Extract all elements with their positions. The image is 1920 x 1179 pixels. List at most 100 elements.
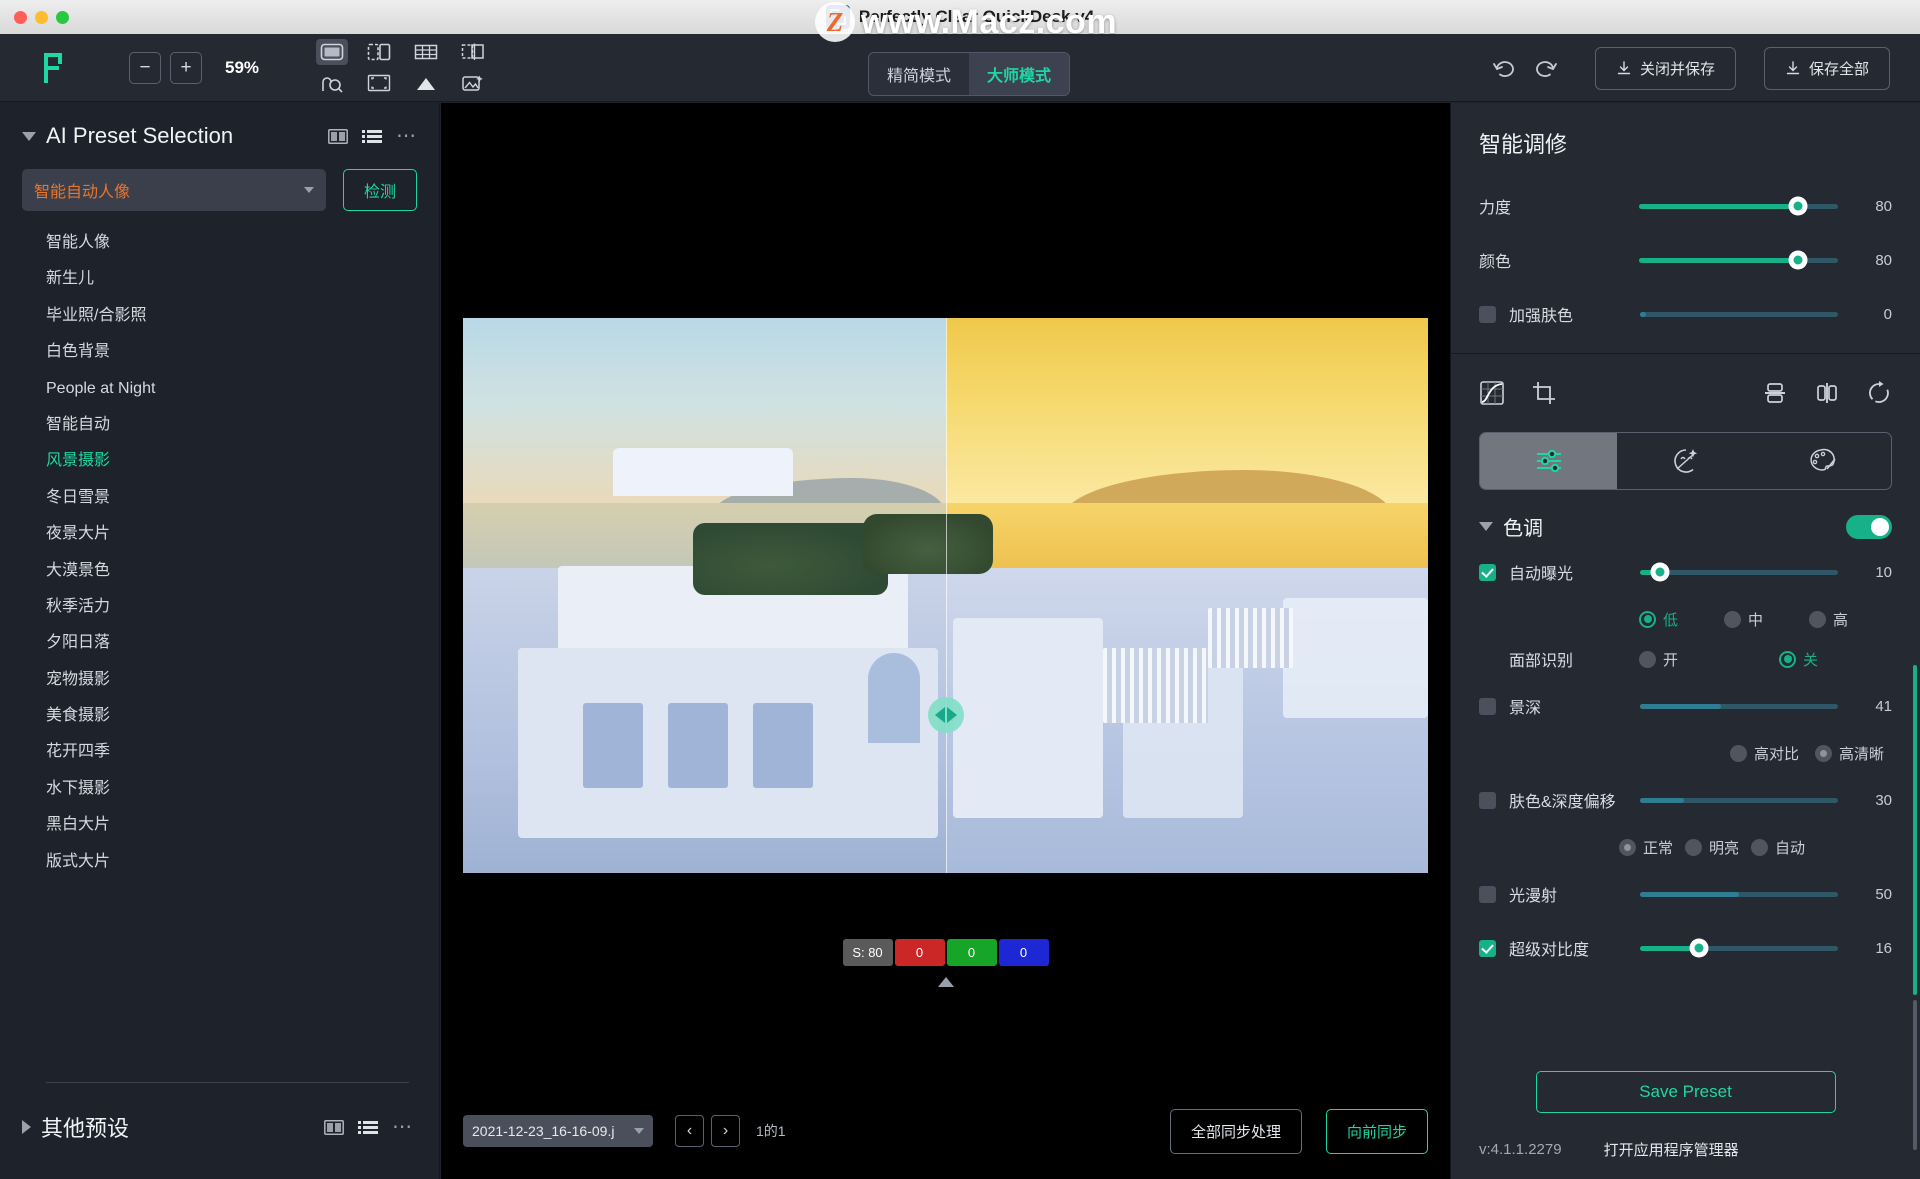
- collapse-triangle-icon[interactable]: [1479, 522, 1493, 531]
- radio-row-skin-mode: 正常 明亮 自动: [1451, 827, 1920, 867]
- preset-item[interactable]: People at Night: [0, 371, 439, 407]
- slider-track[interactable]: [1640, 797, 1838, 803]
- radio-face-on[interactable]: 开: [1639, 649, 1714, 670]
- slider-knob[interactable]: [1689, 938, 1709, 958]
- radio-exposure-medium[interactable]: 中: [1724, 609, 1799, 630]
- preset-item[interactable]: 花开四季: [0, 734, 439, 770]
- thumbnail-view-icon[interactable]: [324, 1119, 344, 1135]
- crop-overlay-icon[interactable]: [457, 39, 489, 65]
- preview-image[interactable]: [463, 318, 1428, 873]
- preset-item[interactable]: 毕业照/合影照: [0, 298, 439, 334]
- preset-item[interactable]: 智能自动: [0, 407, 439, 443]
- thumbnail-view-icon[interactable]: [328, 128, 348, 144]
- filmstrip-expand-icon[interactable]: [937, 977, 954, 987]
- preset-item[interactable]: 水下摄影: [0, 771, 439, 807]
- loupe-view-icon[interactable]: [316, 70, 348, 96]
- close-and-save-label: 关闭并保存: [1639, 60, 1715, 78]
- detect-button[interactable]: 检测: [343, 169, 417, 211]
- preset-item[interactable]: 大漠景色: [0, 553, 439, 589]
- photo-building: [613, 448, 793, 496]
- sync-all-button[interactable]: 全部同步处理: [1169, 1108, 1302, 1154]
- expand-triangle-icon[interactable]: [22, 1120, 31, 1134]
- radio-high-contrast[interactable]: 高对比: [1729, 743, 1799, 764]
- radio-face-off[interactable]: 关: [1779, 649, 1854, 670]
- list-view-icon[interactable]: [358, 1120, 378, 1135]
- checkbox-depth[interactable]: [1479, 697, 1496, 715]
- radio-high-clarity[interactable]: 高清晰: [1814, 743, 1884, 764]
- slider-track[interactable]: [1640, 703, 1838, 709]
- zoom-out-button[interactable]: −: [129, 51, 161, 84]
- other-presets-more-menu-icon[interactable]: ⋯: [392, 1117, 413, 1137]
- undo-icon[interactable]: [1483, 47, 1525, 89]
- slider-track[interactable]: [1639, 250, 1838, 270]
- preset-item[interactable]: 宠物摄影: [0, 662, 439, 698]
- open-application-manager-link[interactable]: 打开应用程序管理器: [1604, 1139, 1739, 1160]
- checkbox-enhance-skin[interactable]: [1479, 305, 1496, 323]
- tab-adjustments[interactable]: [1480, 433, 1617, 489]
- checkbox-auto-exposure[interactable]: [1479, 563, 1496, 581]
- save-all-button[interactable]: 保存全部: [1763, 46, 1890, 90]
- slider-track[interactable]: [1640, 311, 1838, 317]
- list-view-icon[interactable]: [362, 129, 382, 144]
- preset-item[interactable]: 智能人像: [0, 225, 439, 261]
- single-view-icon[interactable]: [316, 39, 349, 65]
- fit-screen-icon[interactable]: [363, 70, 395, 96]
- flip-vertical-icon[interactable]: [1762, 380, 1788, 406]
- split-compare-icon[interactable]: [363, 39, 395, 65]
- file-select[interactable]: 2021-12-23_16-16-09.j: [463, 1115, 653, 1147]
- before-after-split-handle[interactable]: [928, 697, 964, 733]
- checkbox-skin-depth-offset[interactable]: [1479, 791, 1496, 809]
- radio-skin-auto[interactable]: 自动: [1751, 837, 1805, 858]
- save-preset-button[interactable]: Save Preset: [1535, 1071, 1836, 1113]
- tab-retouch[interactable]: [1617, 433, 1754, 489]
- slider-knob[interactable]: [1788, 196, 1808, 216]
- preset-select[interactable]: 智能自动人像: [22, 169, 326, 211]
- slider-track[interactable]: [1640, 562, 1838, 582]
- preset-item[interactable]: 秋季活力: [0, 589, 439, 625]
- photo-railing: [1103, 648, 1208, 723]
- preset-item[interactable]: 版式大片: [0, 844, 439, 880]
- slider-track[interactable]: [1640, 891, 1838, 897]
- preset-item[interactable]: 美食摄影: [0, 698, 439, 734]
- scrollbar-thumb[interactable]: [1913, 665, 1917, 995]
- checkbox-super-contrast[interactable]: [1479, 939, 1496, 957]
- slider-row-depth: 景深 41: [1451, 679, 1920, 733]
- slider-knob[interactable]: [1650, 562, 1670, 582]
- crop-icon[interactable]: [1531, 380, 1557, 406]
- tone-section-header: 色调: [1451, 490, 1920, 545]
- zoom-in-button[interactable]: +: [170, 51, 202, 84]
- slider-track[interactable]: [1639, 196, 1838, 216]
- preset-item[interactable]: 新生儿: [0, 261, 439, 297]
- radio-exposure-low[interactable]: 低: [1639, 609, 1714, 630]
- tone-section-toggle[interactable]: [1846, 514, 1892, 539]
- grid-view-icon[interactable]: [410, 39, 442, 65]
- image-enhance-icon[interactable]: [457, 70, 489, 96]
- preset-item[interactable]: 夕阳日落: [0, 625, 439, 661]
- collapse-triangle-icon[interactable]: [22, 131, 36, 141]
- preset-item[interactable]: 冬日雪景: [0, 480, 439, 516]
- flip-horizontal-icon[interactable]: [1814, 380, 1840, 406]
- radio-exposure-high[interactable]: 高: [1809, 609, 1884, 630]
- tab-simple-mode[interactable]: 精简模式: [869, 53, 969, 95]
- sync-forward-button[interactable]: 向前同步: [1325, 1108, 1428, 1154]
- preset-item[interactable]: 黑白大片: [0, 807, 439, 843]
- slider-label: 超级对比度: [1509, 942, 1590, 959]
- tab-master-mode[interactable]: 大师模式: [969, 53, 1070, 95]
- radio-skin-bright[interactable]: 明亮: [1685, 837, 1739, 858]
- rotate-icon[interactable]: [1866, 380, 1892, 406]
- close-and-save-button[interactable]: 关闭并保存: [1594, 46, 1736, 90]
- preset-item[interactable]: 夜景大片: [0, 516, 439, 552]
- checkbox-light-diffusion[interactable]: [1479, 885, 1496, 903]
- curves-icon[interactable]: [1479, 380, 1505, 406]
- slider-track[interactable]: [1640, 938, 1838, 958]
- ai-preset-more-menu-icon[interactable]: ⋯: [396, 126, 417, 146]
- redo-icon[interactable]: [1525, 47, 1567, 89]
- slider-knob[interactable]: [1788, 250, 1808, 270]
- preset-item-selected[interactable]: 风景摄影: [0, 443, 439, 479]
- radio-skin-normal[interactable]: 正常: [1619, 837, 1673, 858]
- tab-color-palette[interactable]: [1754, 433, 1891, 489]
- previous-image-button[interactable]: ‹: [675, 1115, 704, 1147]
- preset-item[interactable]: 白色背景: [0, 334, 439, 370]
- next-image-button[interactable]: ›: [711, 1115, 740, 1147]
- filmstrip-toggle-icon[interactable]: [410, 70, 442, 96]
